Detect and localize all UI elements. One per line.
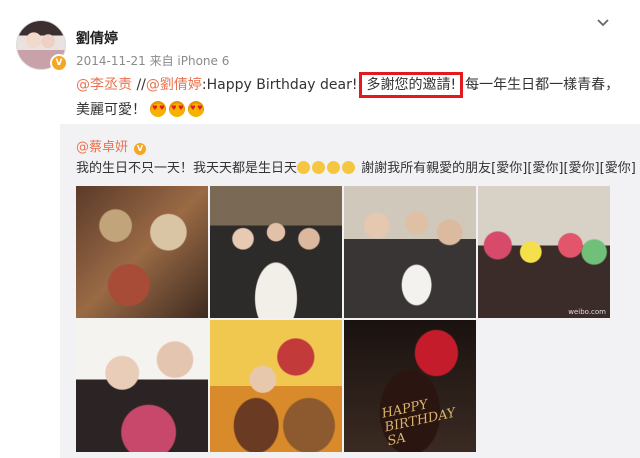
verified-badge-icon: V xyxy=(50,54,68,72)
weibo-post: V 劉倩婷 2014-11-21 来自 iPhone 6 @李丞责 //@劉倩婷… xyxy=(0,0,640,458)
watermark: weibo.com xyxy=(568,308,606,316)
username[interactable]: 劉倩婷 xyxy=(76,28,118,48)
post-date[interactable]: 2014-11-21 xyxy=(76,54,146,68)
repost-username[interactable]: @蔡卓妍 V xyxy=(76,136,147,155)
photo-thumbnail[interactable] xyxy=(344,186,476,318)
repost-text: 我的生日不只一天！我天天都是生日天 謝謝我所有親愛的朋友[愛你][愛你][愛你]… xyxy=(76,161,636,176)
repost-container: @蔡卓妍 V 我的生日不只一天！我天天都是生日天 謝謝我所有親愛的朋友[愛你][愛… xyxy=(60,124,640,458)
photo-thumbnail[interactable] xyxy=(210,186,342,318)
verified-badge-icon: V xyxy=(134,143,147,155)
photo-thumbnail[interactable] xyxy=(76,320,208,452)
grin-emoji-icon xyxy=(297,161,311,174)
post-meta: 2014-11-21 来自 iPhone 6 xyxy=(76,52,229,69)
photo-thumbnail[interactable] xyxy=(76,186,208,318)
post-source: 来自 iPhone 6 xyxy=(149,54,230,68)
grin-emoji-icon xyxy=(327,161,341,174)
chevron-down-icon[interactable] xyxy=(596,16,610,30)
post-text: @李丞责 //@劉倩婷:Happy Birthday dear! 多謝您的邀請! 每… xyxy=(76,72,621,122)
photo-thumbnail[interactable] xyxy=(210,320,342,452)
heart-eyes-emoji-icon xyxy=(169,101,186,117)
heart-eyes-emoji-icon xyxy=(150,101,167,117)
mention-link[interactable]: @劉倩婷 xyxy=(146,77,202,93)
mention-link[interactable]: @李丞责 xyxy=(76,77,132,93)
grin-emoji-icon xyxy=(342,161,356,174)
cake-text: HAPPY BIRTHDAY SA xyxy=(380,397,458,450)
photo-thumbnail[interactable]: HAPPY BIRTHDAY SA xyxy=(344,320,476,452)
photo-thumbnail[interactable]: weibo.com xyxy=(478,186,610,318)
heart-eyes-emoji-icon xyxy=(188,101,205,117)
highlighted-text: 多謝您的邀請! xyxy=(359,72,464,98)
grin-emoji-icon xyxy=(312,161,326,174)
